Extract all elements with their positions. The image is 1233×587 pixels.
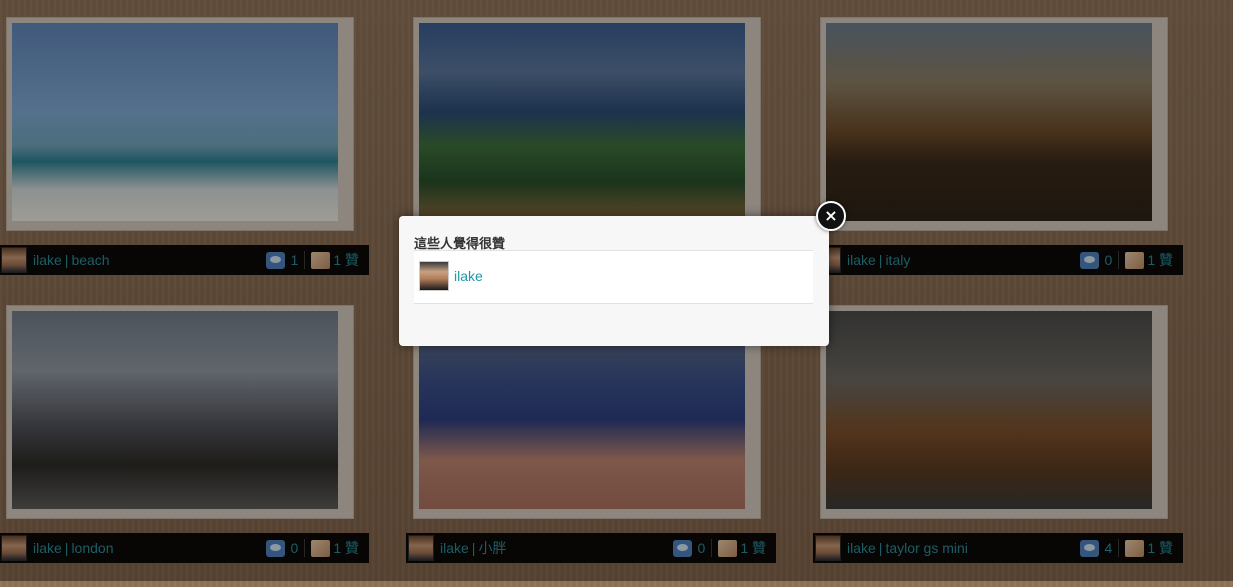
likes-modal: 這些人覺得很贊 ilake xyxy=(399,216,829,346)
avatar[interactable] xyxy=(419,261,449,291)
close-icon[interactable]: × xyxy=(816,201,846,231)
username-link[interactable]: ilake xyxy=(454,268,483,284)
likes-list: ilake xyxy=(414,250,813,304)
list-item[interactable]: ilake xyxy=(419,261,483,291)
